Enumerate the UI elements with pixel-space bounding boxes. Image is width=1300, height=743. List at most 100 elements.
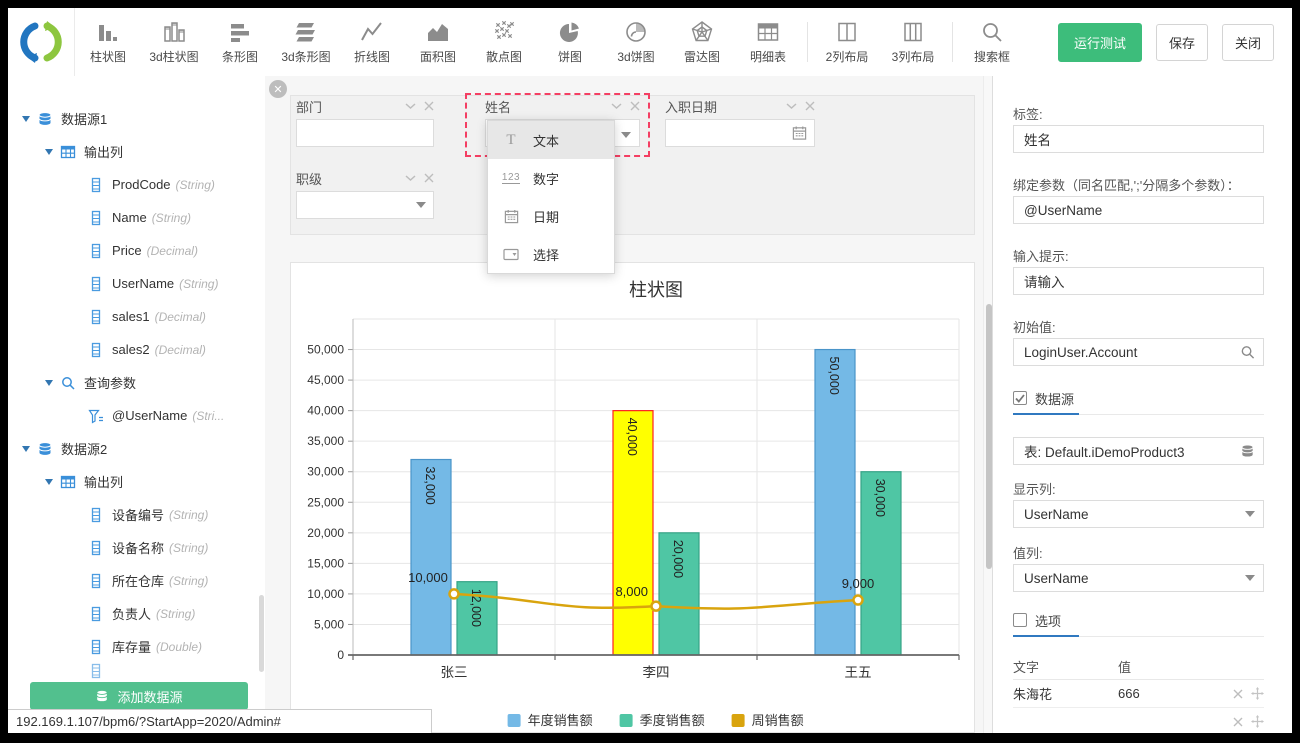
tree-item-数据源1[interactable]: 数据源1 bbox=[8, 102, 265, 135]
tree-item-partial[interactable] bbox=[8, 663, 265, 679]
panel-close-icon[interactable]: ✕ bbox=[269, 80, 287, 98]
toolbar-item-scatter-chart[interactable]: 散点图 bbox=[471, 8, 537, 76]
calendar-icon[interactable] bbox=[792, 126, 807, 141]
department-input[interactable] bbox=[296, 119, 434, 147]
toolbar-item-layout-3col[interactable]: 3列布局 bbox=[880, 8, 946, 76]
db-icon bbox=[37, 441, 53, 457]
rank-select[interactable] bbox=[296, 191, 434, 219]
field-rank[interactable]: 职级 bbox=[296, 169, 434, 219]
options-table-row[interactable]: 朱海花 666 bbox=[1013, 680, 1264, 708]
chevron-down-icon[interactable] bbox=[405, 175, 416, 182]
chart-svg: 05,00010,00015,00020,00025,00030,00035,0… bbox=[291, 263, 974, 732]
tree-item-库存量[interactable]: 库存量(Double) bbox=[8, 630, 265, 663]
value-col-select[interactable]: UserName bbox=[1013, 564, 1264, 592]
expand-arrow-icon[interactable] bbox=[45, 479, 53, 485]
checkbox-checked-icon[interactable] bbox=[1013, 391, 1027, 405]
run-test-button[interactable]: 运行测试 bbox=[1058, 23, 1142, 62]
database-icon[interactable] bbox=[1240, 444, 1255, 459]
tree-item-Name[interactable]: Name(String) bbox=[8, 201, 265, 234]
combo-caret-button[interactable] bbox=[612, 120, 639, 146]
field-department[interactable]: 部门 bbox=[296, 97, 434, 147]
datasource-section-label: 数据源 bbox=[1035, 389, 1074, 408]
tree-item-sales2[interactable]: sales2(Decimal) bbox=[8, 333, 265, 366]
move-row-icon[interactable] bbox=[1251, 715, 1264, 728]
expand-arrow-icon[interactable] bbox=[22, 116, 30, 122]
tree-item-输出列[interactable]: 输出列 bbox=[8, 465, 265, 498]
toolbar-item-area-chart[interactable]: 面积图 bbox=[405, 8, 471, 76]
search-icon[interactable] bbox=[1240, 345, 1255, 360]
remove-field-icon[interactable] bbox=[424, 101, 434, 111]
bar-chart-widget[interactable]: 05,00010,00015,00020,00025,00030,00035,0… bbox=[290, 262, 975, 733]
table-source-input[interactable]: 表: Default.iDemoProduct3 bbox=[1013, 437, 1264, 465]
expand-arrow-icon[interactable] bbox=[45, 380, 53, 386]
checkbox-unchecked-icon[interactable] bbox=[1013, 613, 1027, 627]
query-icon bbox=[60, 375, 76, 391]
layout-3col-icon bbox=[900, 19, 926, 45]
toolbar-item-layout-2col[interactable]: 2列布局 bbox=[814, 8, 880, 76]
toolbar-separator bbox=[952, 22, 953, 62]
toolbar-item-pie-chart[interactable]: 饼图 bbox=[537, 8, 603, 76]
tree-item-负责人[interactable]: 负责人(String) bbox=[8, 597, 265, 630]
chevron-down-icon[interactable] bbox=[786, 103, 797, 110]
menu-item-数字[interactable]: 123数字 bbox=[488, 159, 614, 197]
canvas-scrollbar[interactable] bbox=[983, 76, 992, 733]
remove-field-icon[interactable] bbox=[630, 101, 640, 111]
field-label: 姓名 bbox=[485, 97, 511, 116]
tree-item-UserName[interactable]: UserName(String) bbox=[8, 267, 265, 300]
menu-item-文本[interactable]: T文本 bbox=[488, 121, 614, 159]
toolbar-item-bar-chart[interactable]: 柱状图 bbox=[75, 8, 141, 76]
svg-text:40,000: 40,000 bbox=[625, 418, 639, 456]
move-row-icon[interactable] bbox=[1251, 687, 1264, 700]
tree-item-@UserName[interactable]: @UserName(Stri... bbox=[8, 399, 265, 432]
chevron-down-icon[interactable] bbox=[611, 103, 622, 110]
toolbar-item-pie3d-chart[interactable]: 3d饼图 bbox=[603, 8, 669, 76]
options-checkbox-row[interactable]: 选项 bbox=[1013, 612, 1264, 628]
tree-item-设备编号[interactable]: 设备编号(String) bbox=[8, 498, 265, 531]
tree-item-ProdCode[interactable]: ProdCode(String) bbox=[8, 168, 265, 201]
toolbar-separator bbox=[807, 22, 808, 62]
options-table: 文字 值 朱海花 666 bbox=[1013, 653, 1264, 733]
tree-item-所在仓库[interactable]: 所在仓库(String) bbox=[8, 564, 265, 597]
expand-arrow-icon[interactable] bbox=[22, 446, 30, 452]
tree-item-Price[interactable]: Price(Decimal) bbox=[8, 234, 265, 267]
remove-field-icon[interactable] bbox=[805, 101, 815, 111]
label-input[interactable]: 姓名 bbox=[1013, 125, 1264, 153]
toolbar-item-detail-table[interactable]: 明细表 bbox=[735, 8, 801, 76]
save-button[interactable]: 保存 bbox=[1156, 24, 1208, 61]
datasource-checkbox-row[interactable]: 数据源 bbox=[1013, 390, 1264, 406]
toolbar-item-bar3d-chart[interactable]: 3d柱状图 bbox=[141, 8, 207, 76]
tree-item-输出列[interactable]: 输出列 bbox=[8, 135, 265, 168]
display-col-select[interactable]: UserName bbox=[1013, 500, 1264, 528]
design-canvas[interactable]: ✕ 部门 姓名 bbox=[265, 76, 983, 733]
add-datasource-label: 添加数据源 bbox=[117, 687, 182, 706]
tree-item-sales1[interactable]: sales1(Decimal) bbox=[8, 300, 265, 333]
menu-item-日期[interactable]: 日期 bbox=[488, 197, 614, 235]
expand-arrow-icon[interactable] bbox=[45, 149, 53, 155]
add-datasource-button[interactable]: 添加数据源 bbox=[30, 682, 248, 710]
tree-item-查询参数[interactable]: 查询参数 bbox=[8, 366, 265, 399]
field-hire-date[interactable]: 入职日期 bbox=[665, 97, 815, 147]
options-table-row[interactable] bbox=[1013, 708, 1264, 733]
tree-item-设备名称[interactable]: 设备名称(String) bbox=[8, 531, 265, 564]
delete-row-icon[interactable] bbox=[1233, 717, 1243, 727]
scatter-chart-icon bbox=[491, 19, 517, 45]
menu-item-选择[interactable]: 选择 bbox=[488, 235, 614, 273]
hint-input[interactable]: 请输入 bbox=[1013, 267, 1264, 295]
toolbar-item-line-chart[interactable]: 折线图 bbox=[339, 8, 405, 76]
field-label: 部门 bbox=[296, 97, 322, 116]
close-button[interactable]: 关闭 bbox=[1222, 24, 1274, 61]
init-value-input[interactable]: LoginUser.Account bbox=[1013, 338, 1264, 366]
delete-row-icon[interactable] bbox=[1233, 689, 1243, 699]
bind-param-input[interactable]: @UserName bbox=[1013, 196, 1264, 224]
sidebar-scrollbar[interactable] bbox=[259, 595, 264, 672]
toolbar-item-search[interactable]: 搜索框 bbox=[959, 8, 1025, 76]
toolbar-item-radar-chart[interactable]: 雷达图 bbox=[669, 8, 735, 76]
hire-date-input[interactable] bbox=[665, 119, 815, 147]
svg-text:20,000: 20,000 bbox=[307, 526, 344, 540]
chevron-down-icon[interactable] bbox=[405, 103, 416, 110]
toolbar-item-hbar-chart[interactable]: 条形图 bbox=[207, 8, 273, 76]
toolbar-item-hbar3d-chart[interactable]: 3d条形图 bbox=[273, 8, 339, 76]
tree-item-数据源2[interactable]: 数据源2 bbox=[8, 432, 265, 465]
remove-field-icon[interactable] bbox=[424, 173, 434, 183]
select-type-icon bbox=[501, 248, 521, 261]
